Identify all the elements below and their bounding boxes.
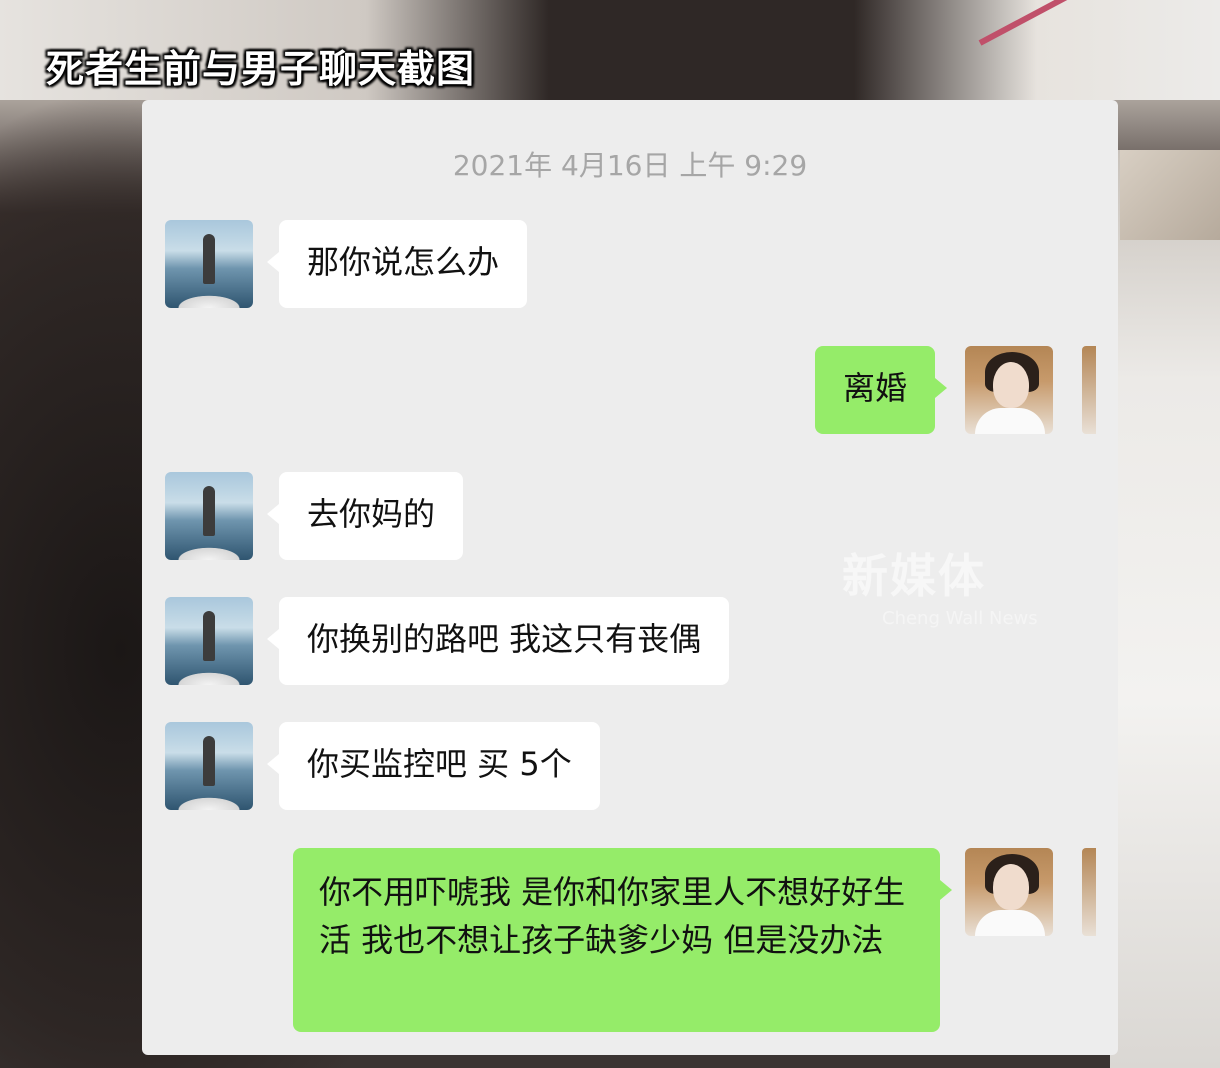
face-shape [993, 864, 1029, 910]
person-figure [203, 736, 215, 786]
message-bubble-incoming[interactable]: 你买监控吧 买 5个 [267, 722, 600, 810]
background-box [1120, 150, 1220, 240]
duplicate-avatar-edge [1082, 346, 1096, 434]
message-bubble-incoming[interactable]: 那你说怎么办 [266, 220, 528, 308]
news-watermark-subtitle: Cheng Wall News [882, 608, 1038, 629]
message-bubble-outgoing[interactable]: 离婚 [815, 346, 948, 434]
news-watermark: 新媒体 [842, 549, 986, 603]
message-bubble-incoming[interactable]: 你换别的路吧 我这只有丧偶 [266, 597, 730, 685]
outgoing-avatar[interactable] [965, 848, 1053, 936]
chat-screenshot: 2021年 4月16日 上午 9:29 那你说怎么办 离婚 去你妈的 你换别的路… [142, 100, 1118, 1055]
boat-shape [165, 538, 253, 560]
boat-shape [165, 286, 253, 308]
person-figure [203, 486, 215, 536]
video-caption: 死者生前与男子聊天截图 [46, 47, 476, 91]
message-bubble-outgoing[interactable]: 你不用吓唬我 是你和你家里人不想好好生活 我也不想让孩子缺爹少妈 但是没办法 [293, 848, 952, 1032]
shirt-shape [975, 910, 1045, 936]
person-figure [203, 611, 215, 661]
chat-timestamp: 2021年 4月16日 上午 9:29 [452, 149, 808, 182]
duplicate-avatar-edge [1082, 848, 1096, 936]
incoming-avatar[interactable] [165, 220, 253, 308]
message-bubble-incoming[interactable]: 去你妈的 [266, 472, 464, 560]
incoming-avatar[interactable] [165, 597, 253, 685]
incoming-avatar[interactable] [165, 472, 253, 560]
boat-shape [165, 788, 253, 810]
person-figure [203, 234, 215, 284]
face-shape [993, 362, 1029, 408]
background-right-area [1110, 150, 1220, 1068]
shirt-shape [975, 408, 1045, 434]
incoming-avatar[interactable] [165, 722, 253, 810]
boat-shape [165, 663, 253, 685]
outgoing-avatar[interactable] [965, 346, 1053, 434]
